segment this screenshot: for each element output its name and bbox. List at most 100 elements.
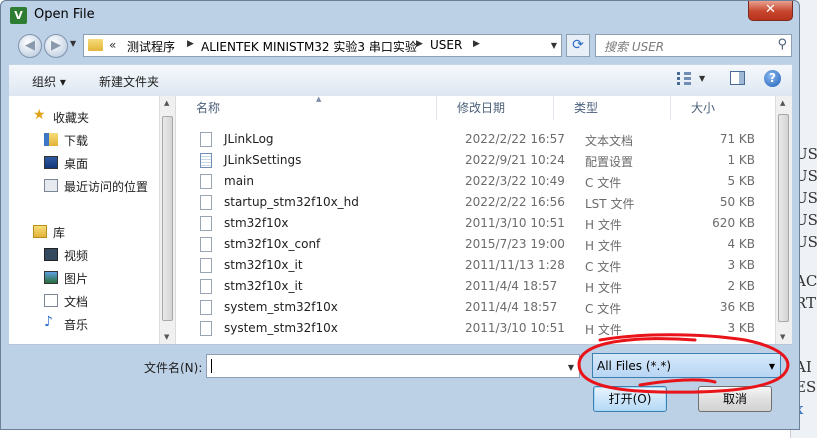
file-modified-date: 2022/2/22 16:57 bbox=[465, 132, 565, 146]
view-options-icon[interactable] bbox=[677, 72, 691, 86]
file-name: system_stm32f10x bbox=[224, 321, 338, 335]
file-type: H 文件 bbox=[585, 323, 622, 337]
file-icon bbox=[200, 321, 212, 336]
file-type: LST 文件 bbox=[585, 197, 635, 211]
file-icon bbox=[200, 258, 212, 273]
nav-item-label: 最近访问的位置 bbox=[64, 180, 149, 194]
file-size: 1 KB bbox=[727, 153, 755, 167]
chevron-right-icon[interactable]: ▶ bbox=[473, 39, 480, 49]
file-icon bbox=[200, 237, 212, 252]
scrollbar-thumb[interactable] bbox=[778, 114, 789, 322]
scroll-up-icon[interactable]: ▲ bbox=[164, 99, 169, 107]
file-name: stm32f10x_it bbox=[224, 279, 303, 293]
recent-locations-dropdown[interactable]: ▼ bbox=[70, 39, 76, 48]
file-row[interactable]: stm32f10x_it 2011/4/4 18:57 H 文件 2 KB bbox=[176, 276, 774, 297]
downloads-icon bbox=[44, 133, 58, 146]
nav-item-label: 收藏夹 bbox=[53, 111, 90, 125]
music-icon: ♪ bbox=[44, 314, 53, 330]
column-header-type[interactable]: 类型 bbox=[554, 96, 671, 120]
preview-pane-icon[interactable] bbox=[730, 71, 745, 85]
file-size: 2 KB bbox=[727, 279, 755, 293]
file-modified-date: 2022/3/22 10:49 bbox=[465, 174, 565, 188]
documents-icon bbox=[44, 294, 58, 307]
file-icon bbox=[200, 216, 212, 231]
pictures-icon bbox=[44, 271, 58, 284]
file-name: stm32f10x_it bbox=[224, 258, 303, 272]
refresh-button[interactable]: ⟳ bbox=[566, 34, 590, 57]
nav-item-label: 音乐 bbox=[64, 318, 89, 332]
file-row[interactable]: JLinkSettings 2022/9/21 10:24 配置设置 1 KB bbox=[176, 150, 774, 171]
file-name: system_stm32f10x bbox=[224, 300, 338, 314]
desktop-icon bbox=[44, 156, 58, 169]
file-type: 配置设置 bbox=[585, 155, 634, 169]
breadcrumb-item[interactable]: ALIENTEK MINISTM32 实验3 串口实验 bbox=[201, 38, 417, 55]
organize-button[interactable]: 组织 ▾ bbox=[32, 73, 66, 90]
file-type: C 文件 bbox=[585, 302, 622, 316]
file-row[interactable]: system_stm32f10x 2011/3/10 10:51 H 文件 3 KB bbox=[176, 318, 774, 339]
file-row[interactable]: main 2022/3/22 10:49 C 文件 5 KB bbox=[176, 171, 774, 192]
file-row[interactable]: stm32f10x_conf 2015/7/23 19:00 H 文件 4 KB bbox=[176, 234, 774, 255]
cancel-button[interactable]: 取消 bbox=[698, 386, 772, 412]
chevron-right-icon[interactable]: ▶ bbox=[416, 39, 423, 49]
content-area: ★ 收藏夹 下载 桌面 最近访问的位置 库 视频 图片 文档 ♪ 音乐 ▲ ▼ … bbox=[9, 95, 792, 345]
file-size: 3 KB bbox=[727, 258, 755, 272]
chevron-down-icon[interactable]: ▼ bbox=[568, 363, 574, 372]
navigation-pane[interactable]: ★ 收藏夹 下载 桌面 最近访问的位置 库 视频 图片 文档 ♪ 音乐 bbox=[9, 96, 159, 344]
column-header-modified[interactable]: 修改日期 bbox=[437, 96, 554, 120]
file-icon bbox=[200, 300, 212, 315]
nav-item-label: 下载 bbox=[64, 134, 89, 148]
filename-input[interactable]: ▼ bbox=[206, 354, 580, 378]
nav-item-label: 库 bbox=[53, 226, 66, 240]
address-bar[interactable]: « 测试程序 ▶ ALIENTEK MINISTM32 实验3 串口实验 ▶ U… bbox=[83, 34, 562, 57]
file-modified-date: 2011/4/4 18:57 bbox=[465, 279, 558, 293]
chevron-down-icon[interactable]: ▼ bbox=[699, 74, 705, 83]
search-icon[interactable]: ⚲ bbox=[777, 37, 787, 52]
chevron-right-icon[interactable]: ▶ bbox=[187, 39, 194, 49]
file-type: H 文件 bbox=[585, 281, 622, 295]
file-row[interactable]: JLinkLog 2022/2/22 16:57 文本文档 71 KB bbox=[176, 129, 774, 150]
file-type-value: All Files (*.*) bbox=[597, 359, 672, 373]
file-size: 5 KB bbox=[727, 174, 755, 188]
file-name: main bbox=[224, 174, 254, 188]
address-overflow[interactable]: « bbox=[109, 38, 116, 52]
file-name: JLinkLog bbox=[224, 132, 274, 146]
file-type-select[interactable]: All Files (*.*) ▼ bbox=[592, 353, 781, 378]
file-type: H 文件 bbox=[585, 239, 622, 253]
search-input[interactable]: 搜索 USER ⚲ bbox=[595, 34, 792, 57]
new-folder-button[interactable]: 新建文件夹 bbox=[99, 73, 159, 90]
open-button[interactable]: 打开(O) bbox=[593, 386, 667, 412]
config-file-icon bbox=[200, 153, 212, 168]
nav-item-label: 文档 bbox=[64, 295, 89, 309]
column-header-size[interactable]: 大小 bbox=[671, 96, 774, 120]
file-row[interactable]: startup_stm32f10x_hd 2022/2/22 16:56 LST 文… bbox=[176, 192, 774, 213]
title-bar[interactable]: V Open File ✕ bbox=[1, 1, 799, 29]
scrollbar-thumb[interactable] bbox=[162, 116, 173, 321]
close-button[interactable]: ✕ bbox=[748, 1, 793, 21]
back-button[interactable]: ◀ bbox=[18, 34, 42, 58]
file-modified-date: 2011/3/10 10:51 bbox=[465, 321, 565, 335]
chevron-down-icon[interactable]: ▼ bbox=[551, 41, 557, 50]
file-size: 4 KB bbox=[727, 237, 755, 251]
search-placeholder: 搜索 USER bbox=[604, 40, 665, 54]
scroll-down-icon[interactable]: ▼ bbox=[780, 333, 785, 341]
file-list-scrollbar[interactable]: ▲ ▼ bbox=[775, 96, 792, 344]
folder-icon bbox=[88, 39, 103, 51]
forward-button[interactable]: ▶ bbox=[44, 34, 68, 58]
text-file-icon bbox=[200, 132, 212, 147]
help-icon[interactable]: ? bbox=[764, 70, 781, 87]
scroll-down-icon[interactable]: ▼ bbox=[164, 333, 169, 341]
breadcrumb-item[interactable]: 测试程序 bbox=[127, 38, 175, 55]
videos-icon bbox=[44, 248, 58, 261]
file-row[interactable]: stm32f10x_it 2011/11/13 1:28 C 文件 3 KB bbox=[176, 255, 774, 276]
command-toolbar: 组织 ▾ 新建文件夹 ▼ ? bbox=[9, 64, 792, 97]
open-file-dialog: V Open File ✕ ◀ ▶ ▼ « 测试程序 ▶ ALIENTEK MI… bbox=[0, 0, 800, 430]
file-type: C 文件 bbox=[585, 176, 622, 190]
scroll-up-icon[interactable]: ▲ bbox=[780, 99, 785, 107]
column-header-name[interactable]: 名称 bbox=[176, 96, 437, 120]
chevron-down-icon[interactable]: ▼ bbox=[769, 362, 775, 371]
navigation-scrollbar[interactable]: ▲ ▼ bbox=[159, 96, 176, 344]
file-modified-date: 2022/2/22 16:56 bbox=[465, 195, 565, 209]
file-row[interactable]: system_stm32f10x 2011/4/4 18:57 C 文件 36 KB bbox=[176, 297, 774, 318]
file-row[interactable]: stm32f10x 2011/3/10 10:51 H 文件 620 KB bbox=[176, 213, 774, 234]
breadcrumb-item[interactable]: USER bbox=[430, 38, 462, 52]
